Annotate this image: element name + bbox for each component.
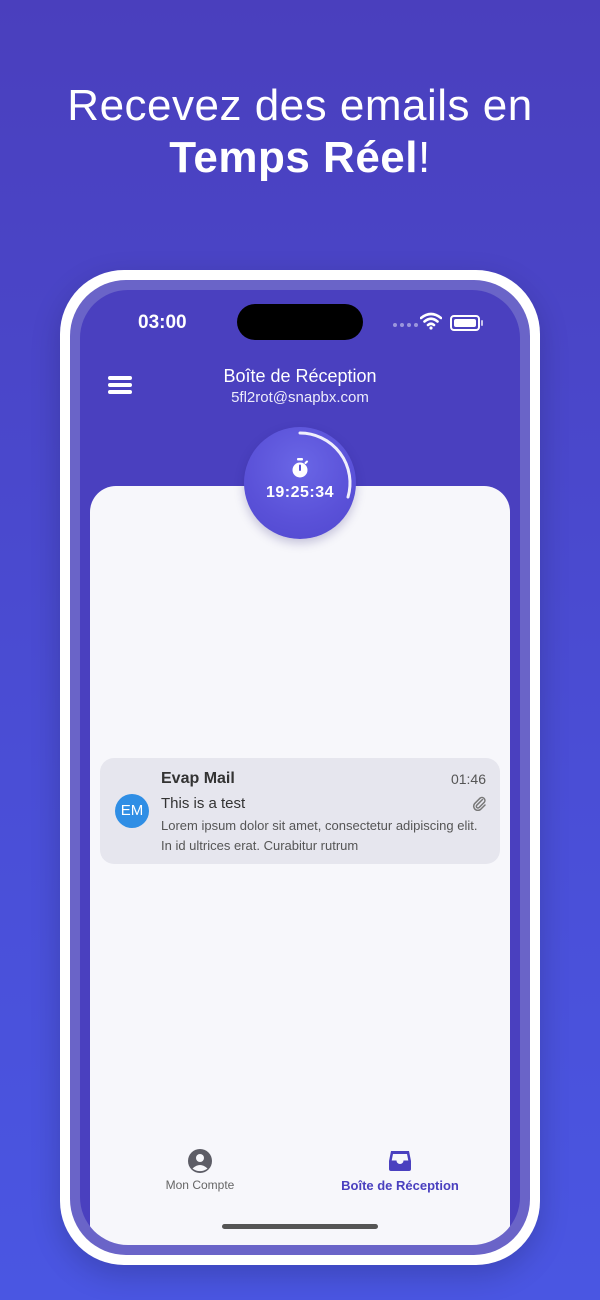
mail-preview: Lorem ipsum dolor sit amet, consectetur … [161, 818, 478, 853]
mail-list-item[interactable]: EM Evap Mail 01:46 This is a test Lorem … [100, 758, 500, 864]
wifi-icon [420, 312, 442, 330]
mail-subject: This is a test [161, 795, 246, 812]
tab-mon-compte[interactable]: Mon Compte [100, 1148, 300, 1192]
mail-time: 01:46 [450, 771, 486, 787]
timer-progress-arc [298, 431, 352, 499]
account-icon [188, 1149, 212, 1173]
tab-boite-de-reception[interactable]: Boîte de Réception [300, 1148, 500, 1193]
dynamic-island [237, 304, 363, 340]
status-time: 03:00 [138, 312, 187, 333]
headline-emphasis: Temps Réel [169, 133, 418, 182]
stopwatch-icon [292, 458, 308, 478]
timer-value: 19:25:34 [265, 484, 335, 501]
app-screen: 03:00 Boîte de Réception 5fl2rot@snapbx.… [80, 290, 520, 1245]
phone-bezel: 03:00 Boîte de Réception 5fl2rot@snapbx.… [70, 280, 530, 1255]
tab-label: Mon Compte [165, 1178, 235, 1192]
header-title: Boîte de Réception [223, 366, 377, 386]
sender-avatar: EM [115, 794, 149, 828]
headline-suffix: ! [417, 133, 431, 182]
home-indicator [222, 1224, 378, 1229]
inbox-panel: EM Evap Mail 01:46 This is a test Lorem … [90, 486, 510, 1245]
cellular-signal-icon [393, 323, 418, 327]
battery-icon [450, 315, 483, 331]
phone-frame: 03:00 Boîte de Réception 5fl2rot@snapbx.… [60, 270, 540, 1265]
headline: Recevez des emails en Temps Réel! [0, 80, 600, 184]
expiry-timer: 19:25:34 [244, 427, 356, 539]
inbox-icon [389, 1151, 411, 1171]
attachment-icon [472, 796, 486, 811]
headline-line-2: Temps Réel! [0, 132, 600, 184]
headline-line-1: Recevez des emails en [67, 81, 533, 130]
mail-sender: Evap Mail [161, 770, 235, 787]
header-email: 5fl2rot@snapbx.com [231, 389, 369, 406]
tab-label: Boîte de Réception [341, 1178, 459, 1193]
